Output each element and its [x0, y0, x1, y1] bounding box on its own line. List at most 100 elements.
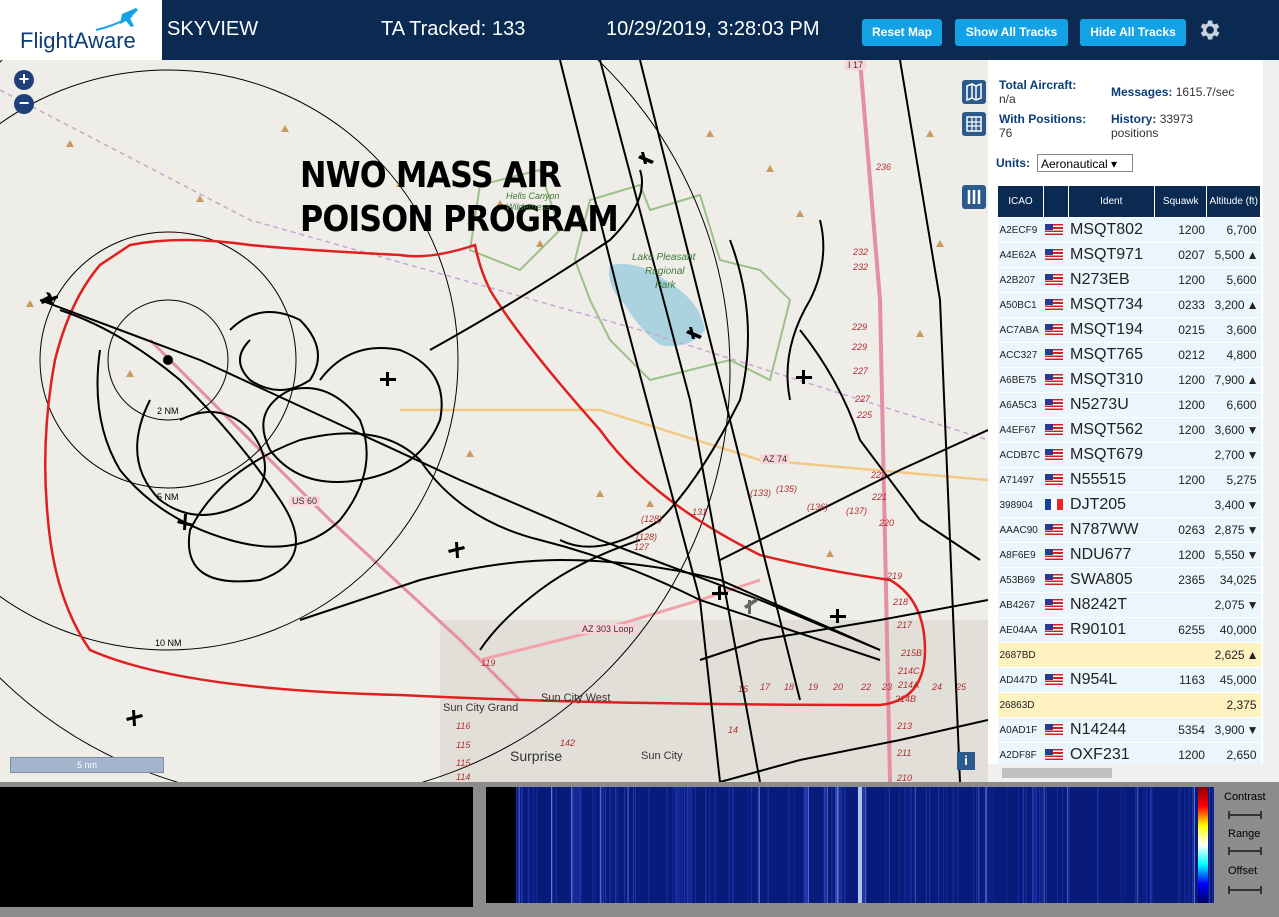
table-row[interactable]: A4EF67 MSQT562 1200 3,600 ▼: [997, 417, 1261, 443]
contrast-slider[interactable]: [1228, 811, 1262, 819]
route-number: 213: [897, 721, 913, 731]
waterfall-line: [1032, 787, 1034, 903]
range-slider[interactable]: [1228, 847, 1262, 855]
table-row[interactable]: ACDB7C MSQT679 2,700 ▼: [997, 442, 1261, 468]
cell-ident: SWA805: [1068, 567, 1155, 593]
us-flag-icon: [1045, 399, 1064, 411]
waterfall-line: [826, 787, 828, 903]
table-row[interactable]: A6BE75 MSQT310 1200 7,900 ▲: [997, 367, 1261, 393]
cell-ident: N8242T: [1068, 592, 1155, 618]
cell-squawk: [1154, 692, 1207, 718]
waterfall-line: [680, 787, 682, 903]
altitude-trend-icon: ▼: [1246, 523, 1259, 537]
us-flag-icon: [1045, 274, 1064, 286]
table-row[interactable]: AAAC90 N787WW 0263 2,875 ▼: [997, 517, 1261, 543]
show-all-tracks-button[interactable]: Show All Tracks: [955, 19, 1068, 46]
col-altitude[interactable]: Altitude (ft): [1206, 185, 1261, 218]
waterfall-line: [616, 787, 618, 903]
waterfall-line: [714, 787, 716, 903]
waterfall-line: [788, 787, 790, 903]
table-row[interactable]: AB4267 N8242T 2,075 ▼: [997, 592, 1261, 618]
messages-value: 1615.7/sec: [1175, 85, 1235, 99]
table-row[interactable]: A6A5C3 N5273U 1200 6,600: [997, 392, 1261, 418]
units-select[interactable]: Aeronautical ▾: [1037, 154, 1133, 172]
col-flag[interactable]: [1042, 185, 1069, 218]
col-squawk[interactable]: Squawk: [1153, 185, 1208, 218]
map-layers-button[interactable]: [962, 80, 986, 104]
route-number: 17: [760, 682, 771, 692]
cell-altitude: 6,600: [1206, 392, 1261, 418]
col-icao[interactable]: ICAO: [997, 185, 1044, 218]
waterfall-line: [552, 787, 554, 903]
table-row[interactable]: 2687BD 2,625 ▲: [997, 642, 1261, 668]
scroll-thumb[interactable]: [1002, 768, 1112, 778]
gear-icon[interactable]: [1196, 17, 1222, 43]
label-surprise: Surprise: [510, 748, 563, 764]
waterfall-line: [841, 787, 843, 903]
label-5nm: 5 NM: [157, 492, 179, 502]
table-row[interactable]: A53B69 SWA805 2365 34,025: [997, 567, 1261, 593]
table-row[interactable]: A8F6E9 NDU677 1200 5,550 ▼: [997, 542, 1261, 568]
col-ident[interactable]: Ident: [1067, 185, 1155, 218]
hide-all-tracks-button[interactable]: Hide All Tracks: [1080, 19, 1186, 46]
table-row[interactable]: A2ECF9 MSQT802 1200 6,700: [997, 217, 1261, 243]
waterfall-line: [1067, 787, 1069, 903]
route-number: 220: [879, 518, 895, 528]
grid-toggle-button[interactable]: [962, 112, 986, 136]
table-row[interactable]: AC7ABA MSQT194 0215 3,600: [997, 317, 1261, 343]
datetime: 10/29/2019, 3:28:03 PM: [606, 18, 820, 40]
table-row[interactable]: A2B207 N273EB 1200 5,600: [997, 267, 1261, 293]
table-row[interactable]: AD447D N954L 1163 45,000: [997, 667, 1261, 693]
table-row[interactable]: A71497 N55515 1200 5,275: [997, 467, 1261, 493]
altitude-value: 6,600: [1226, 398, 1257, 412]
zoom-in-button[interactable]: +: [14, 70, 34, 90]
offset-slider[interactable]: [1228, 886, 1262, 894]
cell-icao: A6BE75: [997, 367, 1044, 393]
waterfall-line: [527, 787, 529, 903]
waterfall-line: [1025, 787, 1027, 903]
cell-altitude: 3,900 ▼: [1206, 717, 1261, 743]
altitude-value: 5,500: [1214, 248, 1245, 262]
columns-toggle-button[interactable]: [962, 185, 986, 209]
table-row[interactable]: AE04AA R90101 6255 40,000: [997, 617, 1261, 643]
cell-squawk: 1200: [1154, 467, 1207, 493]
total-aircraft-value: n/a: [999, 92, 1016, 106]
table-row[interactable]: 398904 DJT205 3,400 ▼: [997, 492, 1261, 518]
route-number: 14: [728, 725, 739, 735]
info-button[interactable]: i: [957, 752, 975, 770]
altitude-trend-icon: ▼: [1246, 723, 1259, 737]
table-row[interactable]: A50BC1 MSQT734 0233 3,200 ▲: [997, 292, 1261, 318]
us-flag-icon: [1045, 749, 1064, 761]
waterfall-line: [993, 787, 995, 903]
panel-vertical-scrollbar[interactable]: [1263, 60, 1279, 764]
waterfall-line: [865, 787, 867, 903]
waterfall-line: [677, 787, 679, 903]
table-row[interactable]: 26863D 2,375: [997, 692, 1261, 718]
waterfall-line: [1033, 787, 1035, 903]
cell-icao: A4EF67: [997, 417, 1044, 443]
route-number: 24: [932, 682, 943, 692]
table-row[interactable]: ACC327 MSQT765 0212 4,800: [997, 342, 1261, 368]
waterfall-line: [804, 787, 806, 903]
route-number: (135): [776, 484, 798, 494]
map-view[interactable]: NWO MASS AIR POISON PROGRAM Hells Canyon…: [0, 60, 988, 782]
waterfall-line: [908, 787, 910, 903]
us-flag-icon: [1045, 524, 1064, 536]
cell-squawk: [1154, 492, 1207, 518]
waterfall-line: [1137, 787, 1139, 903]
table-row[interactable]: A4E62A MSQT971 0207 5,500 ▲: [997, 242, 1261, 268]
overlay-caption-line1: NWO MASS AIR: [300, 155, 562, 196]
waterfall-line: [1120, 787, 1122, 903]
waterfall-signal: [858, 787, 862, 903]
zoom-out-button[interactable]: −: [14, 94, 34, 114]
reset-map-button[interactable]: Reset Map: [862, 19, 942, 46]
waterfall-line: [732, 787, 734, 903]
flightaware-logo[interactable]: FlightAware: [0, 0, 162, 60]
waterfall-line: [574, 787, 575, 903]
waterfall-line: [686, 787, 688, 903]
panel-horizontal-scrollbar[interactable]: [988, 764, 1279, 782]
cell-ident: N5273U: [1068, 392, 1155, 418]
cell-squawk: 2365: [1154, 567, 1207, 593]
altitude-value: 3,900: [1214, 723, 1245, 737]
table-row[interactable]: A0AD1F N14244 5354 3,900 ▼: [997, 717, 1261, 743]
